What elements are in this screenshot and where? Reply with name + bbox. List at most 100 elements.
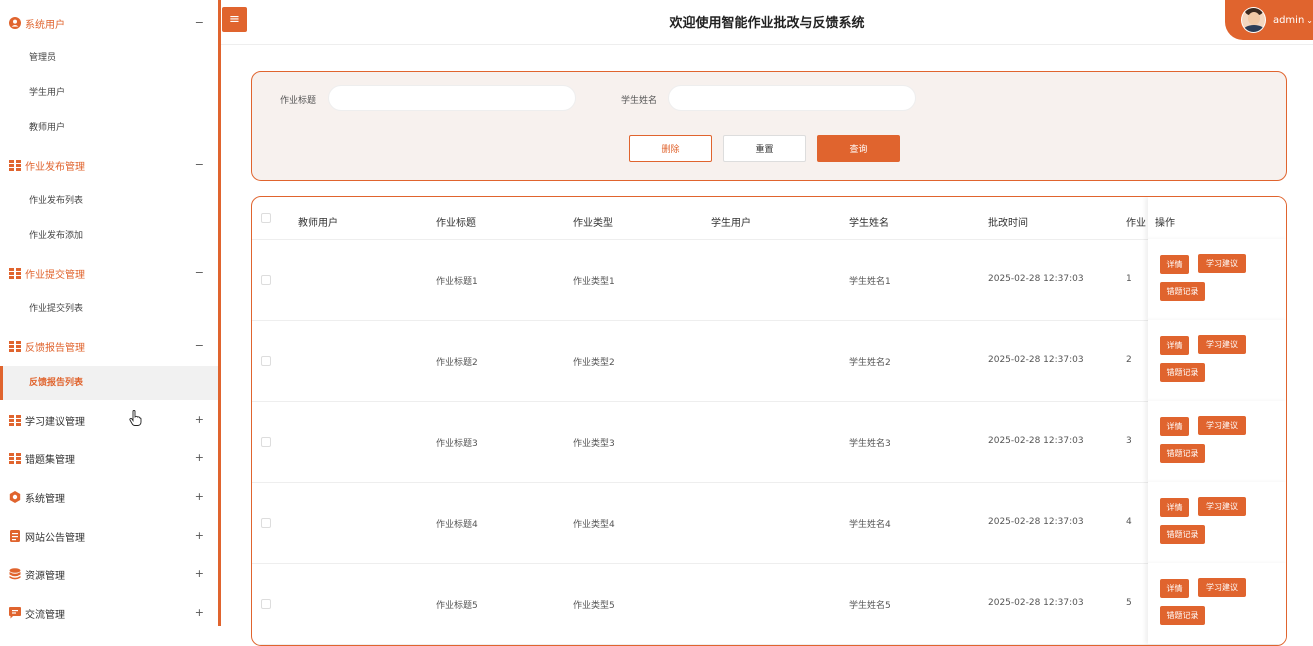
sidebar-group-study-advice[interactable]: 学习建议管理 + [0, 401, 218, 439]
collapse-icon[interactable]: − [195, 266, 204, 279]
time-cell: 2025-02-28 12:37:03 [988, 274, 1084, 284]
collapse-icon[interactable]: − [195, 158, 204, 171]
sidebar-group-system-users[interactable]: 系统用户 − [0, 4, 218, 42]
homework-cell: 2 [1126, 355, 1132, 365]
sidebar-item-submit-list[interactable]: 作业提交列表 [0, 292, 218, 326]
sidebar-group-homework-submit[interactable]: 作业提交管理 − [0, 254, 218, 292]
select-all-checkbox[interactable] [261, 213, 271, 223]
student-name-cell: 学生姓名1 [849, 277, 891, 287]
wrong-record-button[interactable]: 错题记录 [1160, 606, 1205, 625]
row-actions: 详情 学习建议 错题记录 [1148, 401, 1286, 482]
advice-button[interactable]: 学习建议 [1198, 254, 1246, 273]
sidebar: 系统用户 − 管理员 学生用户 教师用户 作业发布管理 − 作业发布列表 作业发… [0, 0, 221, 626]
time-cell: 2025-02-28 12:37:03 [988, 517, 1084, 527]
homework-cell: 4 [1126, 517, 1132, 527]
sidebar-item-teacher-users[interactable]: 教师用户 [0, 111, 218, 145]
sidebar-item-admin[interactable]: 管理员 [0, 41, 218, 75]
sidebar-item-publish-add[interactable]: 作业发布添加 [0, 219, 218, 253]
gear-icon [9, 491, 21, 503]
actions-column-header: 操作 [1148, 197, 1286, 239]
expand-icon[interactable]: + [195, 451, 204, 464]
wrong-record-button[interactable]: 错题记录 [1160, 363, 1205, 382]
row-checkbox[interactable] [261, 437, 271, 447]
expand-icon[interactable]: + [195, 490, 204, 503]
column-header: 操作 [1155, 218, 1175, 229]
type-cell: 作业类型1 [573, 277, 615, 287]
search-panel: 作业标题 学生姓名 删除 重置 查询 [251, 71, 1287, 181]
sidebar-group-label: 作业提交管理 [25, 269, 85, 281]
table-row: 作业标题5 作业类型5 学生姓名5 2025-02-28 12:37:03 5 … [252, 563, 1286, 645]
title-cell: 作业标题3 [436, 439, 478, 449]
table-row: 作业标题1 作业类型1 学生姓名1 2025-02-28 12:37:03 1 … [252, 239, 1286, 321]
expand-icon[interactable]: + [195, 413, 204, 426]
grid-icon [9, 267, 21, 279]
sidebar-item-student-users[interactable]: 学生用户 [0, 76, 218, 110]
avatar [1241, 7, 1266, 33]
detail-button[interactable]: 详情 [1160, 579, 1189, 598]
database-icon [9, 568, 21, 580]
sidebar-item-feedback-report-list[interactable]: 反馈报告列表 [0, 366, 218, 400]
column-header: 作业类型 [573, 218, 613, 229]
column-header: 教师用户 [298, 218, 338, 229]
grid-icon [9, 159, 21, 171]
page-title: 欢迎使用智能作业批改与反馈系统 [669, 16, 865, 31]
homework-cell: 1 [1126, 274, 1132, 284]
row-checkbox[interactable] [261, 275, 271, 285]
type-cell: 作业类型5 [573, 601, 615, 611]
sidebar-group-wrong-questions[interactable]: 错题集管理 + [0, 439, 218, 477]
reset-button[interactable]: 重置 [723, 135, 806, 162]
row-checkbox[interactable] [261, 599, 271, 609]
expand-icon[interactable]: + [195, 529, 204, 542]
delete-button[interactable]: 删除 [629, 135, 712, 162]
detail-button[interactable]: 详情 [1160, 417, 1189, 436]
title-cell: 作业标题4 [436, 520, 478, 530]
column-header: 批改时间 [988, 218, 1028, 229]
expand-icon[interactable]: + [195, 567, 204, 580]
advice-button[interactable]: 学习建议 [1198, 578, 1246, 597]
time-cell: 2025-02-28 12:37:03 [988, 598, 1084, 608]
search-button[interactable]: 查询 [817, 135, 900, 162]
table-row: 作业标题4 作业类型4 学生姓名4 2025-02-28 12:37:03 4 … [252, 482, 1286, 564]
user-menu[interactable]: admin ⌄ [1225, 0, 1313, 40]
title-filter-input[interactable] [328, 85, 576, 111]
expand-icon[interactable]: + [195, 606, 204, 619]
user-name: admin [1272, 14, 1305, 26]
sidebar-group-system-management[interactable]: 系统管理 + [0, 478, 218, 516]
student-filter-label: 学生姓名 [621, 96, 658, 106]
sidebar-group-label: 反馈报告管理 [25, 342, 85, 354]
sidebar-item-publish-list[interactable]: 作业发布列表 [0, 184, 218, 218]
sidebar-group-resources[interactable]: 资源管理 + [0, 555, 218, 593]
sidebar-group-feedback-report[interactable]: 反馈报告管理 − [0, 327, 218, 365]
advice-button[interactable]: 学习建议 [1198, 416, 1246, 435]
wrong-record-button[interactable]: 错题记录 [1160, 525, 1205, 544]
sidebar-group-homework-publish[interactable]: 作业发布管理 − [0, 146, 218, 184]
sidebar-group-communication[interactable]: 交流管理 + [0, 594, 218, 626]
title-cell: 作业标题2 [436, 358, 478, 368]
detail-button[interactable]: 详情 [1160, 498, 1189, 517]
sidebar-group-label: 学习建议管理 [25, 416, 85, 428]
wrong-record-button[interactable]: 错题记录 [1160, 444, 1205, 463]
grid-icon [9, 452, 21, 464]
wrong-record-button[interactable]: 错题记录 [1160, 282, 1205, 301]
advice-button[interactable]: 学习建议 [1198, 497, 1246, 516]
table-row: 作业标题2 作业类型2 学生姓名2 2025-02-28 12:37:03 2 … [252, 320, 1286, 402]
title-cell: 作业标题5 [436, 601, 478, 611]
sidebar-group-announcement[interactable]: 网站公告管理 + [0, 517, 218, 555]
column-header: 学生姓名 [849, 218, 889, 229]
detail-button[interactable]: 详情 [1160, 255, 1189, 274]
type-cell: 作业类型3 [573, 439, 615, 449]
chat-icon [9, 607, 21, 619]
column-header: 作业 [1126, 218, 1146, 229]
detail-button[interactable]: 详情 [1160, 336, 1189, 355]
table-row: 作业标题3 作业类型3 学生姓名3 2025-02-28 12:37:03 3 … [252, 401, 1286, 483]
hand-cursor-icon [129, 410, 142, 426]
advice-button[interactable]: 学习建议 [1198, 335, 1246, 354]
sidebar-group-label: 错题集管理 [25, 454, 75, 466]
collapse-icon[interactable]: − [195, 16, 204, 29]
collapse-icon[interactable]: − [195, 339, 204, 352]
grid-icon [9, 414, 21, 426]
row-actions: 详情 学习建议 错题记录 [1148, 563, 1286, 644]
student-filter-input[interactable] [668, 85, 916, 111]
row-checkbox[interactable] [261, 518, 271, 528]
row-checkbox[interactable] [261, 356, 271, 366]
